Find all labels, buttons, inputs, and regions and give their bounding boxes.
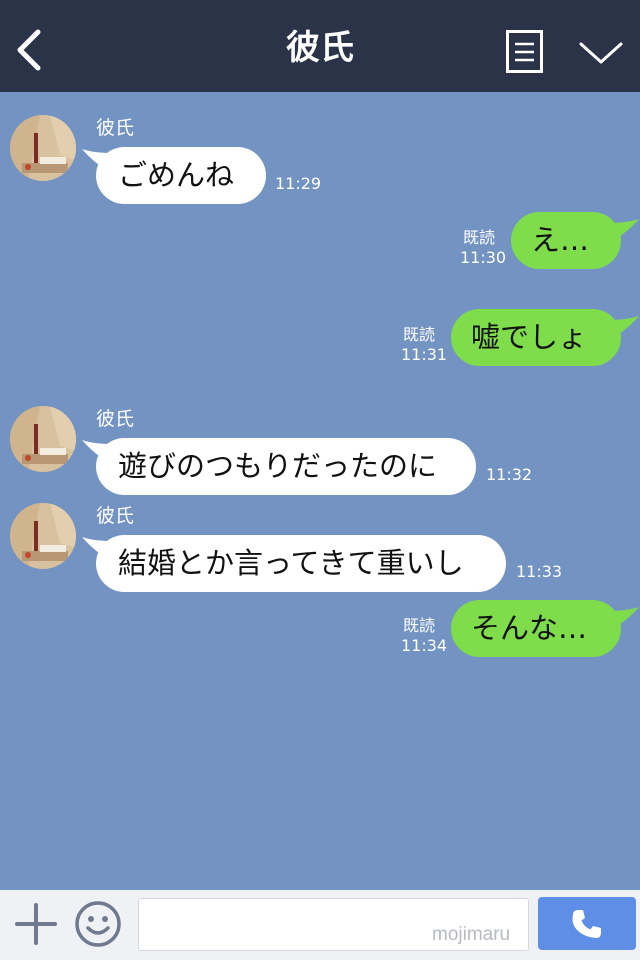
plus-icon xyxy=(15,903,57,945)
sender-name: 彼氏 xyxy=(96,117,135,139)
emoji-icon xyxy=(75,901,121,947)
message-bubble[interactable]: 結婚とか言ってきて重いし xyxy=(96,535,506,592)
read-receipt: 既読 xyxy=(402,616,435,635)
chevron-down-icon xyxy=(579,42,623,64)
message-bubble[interactable]: そんな… xyxy=(451,600,621,657)
sender-name: 彼氏 xyxy=(96,408,135,430)
avatar[interactable] xyxy=(10,406,76,472)
call-button[interactable] xyxy=(538,897,636,950)
message-bubble[interactable]: え… xyxy=(511,212,621,269)
message-bubble[interactable]: 遊びのつもりだったのに xyxy=(96,438,476,495)
message-bubble[interactable]: 嘘でしょ xyxy=(451,309,621,366)
back-button[interactable] xyxy=(12,28,48,72)
phone-icon xyxy=(572,910,601,938)
sender-name: 彼氏 xyxy=(96,505,135,527)
read-receipt: 既読 xyxy=(402,325,435,344)
emoji-button[interactable] xyxy=(74,900,122,948)
menu-button[interactable] xyxy=(506,30,543,73)
message-bubble[interactable]: ごめんね xyxy=(96,147,266,204)
message-time: 11:32 xyxy=(486,465,533,484)
menu-list-icon xyxy=(506,30,543,73)
message-time: 11:33 xyxy=(516,562,563,581)
expand-button[interactable] xyxy=(578,36,624,68)
chat-header: 彼氏 xyxy=(0,0,640,92)
back-chevron-icon xyxy=(17,29,41,71)
chat-title: 彼氏 xyxy=(286,28,354,68)
watermark-text: mojimaru xyxy=(432,924,511,945)
avatar-photo-icon xyxy=(10,115,76,181)
avatar-photo-icon xyxy=(10,406,76,472)
message-time: 11:31 xyxy=(401,345,448,364)
avatar[interactable] xyxy=(10,115,76,181)
read-receipt: 既読 xyxy=(462,228,495,247)
message-time: 11:29 xyxy=(275,174,322,193)
avatar[interactable] xyxy=(10,503,76,569)
message-time: 11:34 xyxy=(401,636,448,655)
avatar-photo-icon xyxy=(10,503,76,569)
add-button[interactable] xyxy=(14,902,58,946)
message-time: 11:30 xyxy=(460,248,507,267)
